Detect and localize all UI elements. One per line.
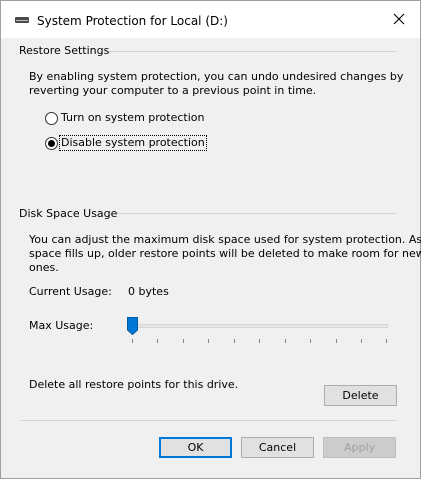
turn-on-protection-radio[interactable] (45, 112, 58, 125)
footer-separator (20, 420, 397, 421)
max-usage-slider-track[interactable] (132, 324, 388, 328)
disable-protection-label[interactable]: Disable system protection (59, 135, 207, 151)
slider-tick (361, 339, 362, 343)
slider-tick (157, 339, 158, 343)
apply-button[interactable]: Apply (323, 437, 396, 458)
disk-space-header: Disk Space Usage (19, 207, 118, 220)
current-usage-value: 0 bytes (128, 285, 169, 298)
cancel-button[interactable]: Cancel (241, 437, 314, 458)
disable-protection-radio[interactable] (45, 137, 58, 150)
restore-settings-header: Restore Settings (19, 44, 110, 57)
delete-button[interactable]: Delete (324, 385, 397, 406)
ok-button[interactable]: OK (159, 437, 232, 458)
disk-description-line2: space fills up, older restore points wil… (29, 247, 421, 260)
slider-tick (310, 339, 311, 343)
disk-description-line1: You can adjust the maximum disk space us… (29, 233, 421, 246)
close-icon (393, 13, 405, 25)
disk-description-line3: ones. (29, 261, 59, 274)
turn-on-protection-label[interactable]: Turn on system protection (61, 111, 204, 125)
close-button[interactable] (381, 1, 420, 38)
slider-tick (259, 339, 260, 343)
slider-tick (208, 339, 209, 343)
drive-icon (15, 17, 29, 23)
delete-description: Delete all restore points for this drive… (29, 378, 239, 391)
restore-description-line2: reverting your computer to a previous po… (29, 84, 317, 97)
disk-space-divider (109, 213, 397, 214)
restore-settings-divider (107, 51, 397, 52)
slider-tick (336, 339, 337, 343)
slider-tick (234, 339, 235, 343)
current-usage-label: Current Usage: (29, 285, 112, 298)
slider-tick (285, 339, 286, 343)
restore-description-line1: By enabling system protection, you can u… (29, 70, 404, 83)
slider-tick (132, 339, 133, 343)
system-protection-dialog: System Protection for Local (D:) Restore… (0, 0, 421, 479)
max-usage-label: Max Usage: (29, 319, 94, 332)
slider-tick (386, 339, 387, 343)
window-title: System Protection for Local (D:) (37, 14, 228, 28)
max-usage-slider-thumb[interactable] (127, 317, 138, 335)
slider-tick (183, 339, 184, 343)
title-bar: System Protection for Local (D:) (1, 1, 420, 38)
